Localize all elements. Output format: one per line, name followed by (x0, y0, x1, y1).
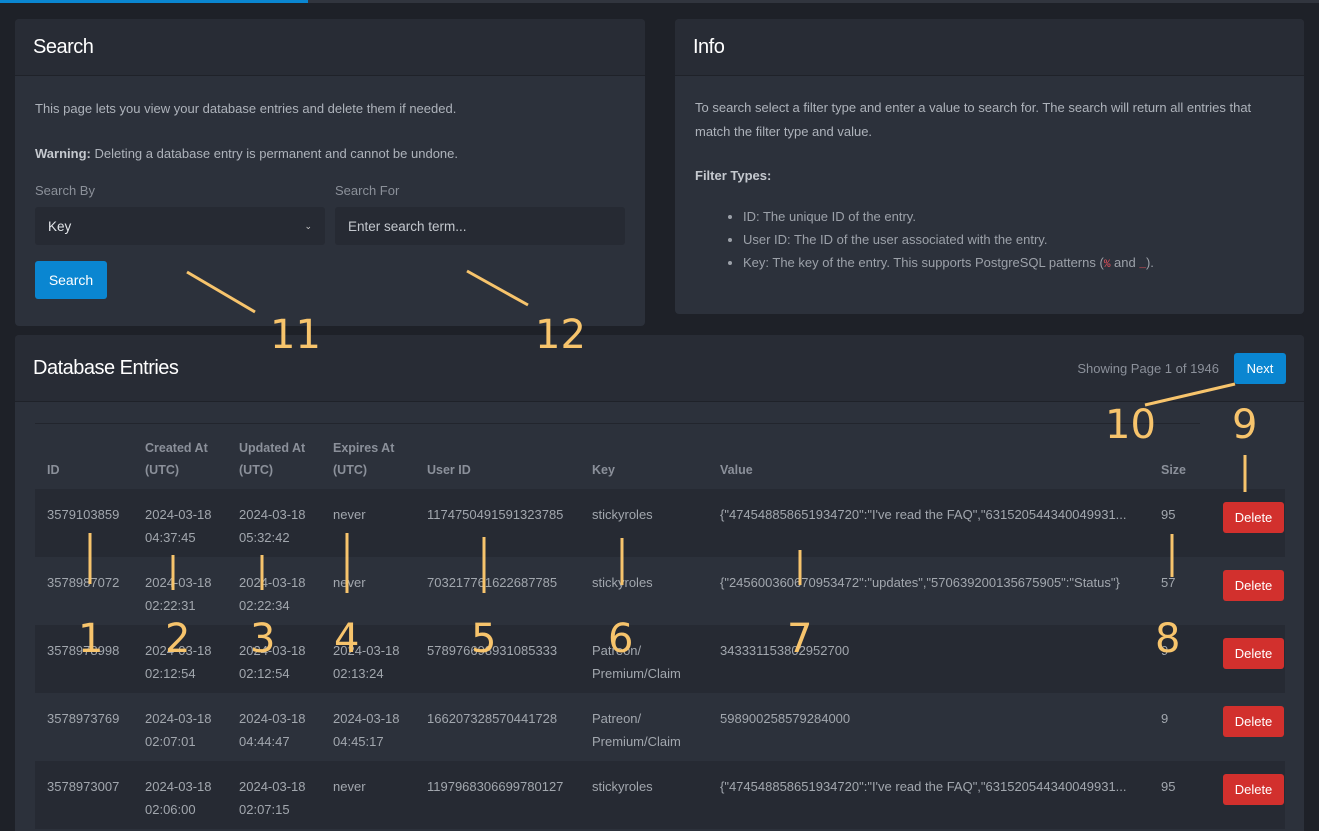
table-row: 3579103859 2024-03-18 04:37:45 2024-03-18 … (35, 489, 1285, 557)
table-row: 3578973769 2024-03-18 02:07:01 2024-03-18 … (35, 693, 1285, 761)
column-header: Updated At (UTC) (239, 441, 306, 477)
filter-item: ID: The unique ID of the entry. (743, 205, 1284, 228)
table-cell: 2024-03-18 04:44:47 (239, 711, 306, 749)
search-button[interactable]: Search (35, 261, 107, 299)
page-info: Showing Page 1 of 1946 (1077, 360, 1219, 376)
info-text: To search select a filter type and enter… (695, 100, 1252, 139)
table-cell: 1197968306699780127 (415, 761, 580, 829)
column-header: User ID (427, 463, 471, 477)
entries-header: Database Entries Showing Page 1 of 1946 … (15, 335, 1304, 402)
entries-card: Database Entries Showing Page 1 of 1946 … (15, 335, 1304, 831)
table-cell: 2024-03-18 04:37:45 (133, 489, 227, 557)
filter-item: User ID: The ID of the user associated w… (743, 228, 1284, 251)
table-cell: 57 (1161, 575, 1176, 590)
delete-button[interactable]: Delete (1223, 706, 1284, 737)
column-header: Value (720, 463, 753, 477)
table-cell: 95 (1149, 761, 1211, 829)
table-cell: 2024-03-18 05:32:42 (227, 489, 321, 557)
column-header: Size (1161, 463, 1187, 477)
table-cell: {"474548858651934720":"I've read the FAQ… (708, 761, 1149, 829)
table-cell: 578976698931085333 (415, 625, 580, 693)
table-cell: 3578987072 (47, 575, 120, 590)
column-header: Key (592, 463, 615, 477)
column-header: Expires At (UTC) (333, 441, 395, 477)
table-cell: 2024-03-18 04:45:17 (333, 711, 400, 749)
table-cell: never (321, 489, 415, 557)
top-progress-bar (0, 0, 1319, 3)
search-by-select[interactable]: Key ⌄ (35, 207, 325, 245)
filter-types-title: Filter Types: (695, 168, 772, 183)
table-cell: {"245600360670953472":"updates","5706392… (720, 575, 1120, 590)
column-header: Created At (UTC) (145, 441, 208, 477)
delete-button[interactable]: Delete (1223, 502, 1284, 533)
table-cell: 1174750491591323785 (415, 489, 580, 557)
table-cell: 2024-03-18 02:13:24 (321, 625, 415, 693)
table-cell: 2024-03-18 02:12:54 (227, 625, 321, 693)
table-cell: stickyroles (580, 761, 708, 829)
table-cell: stickyroles (592, 575, 653, 590)
info-card-title: Info (675, 19, 1304, 76)
table-row: 3578973007 2024-03-18 02:06:00 2024-03-18 … (35, 761, 1285, 829)
search-by-label: Search By (35, 183, 95, 198)
table-cell: 166207328570441728 (427, 711, 558, 726)
table-cell: 703217761622687785 (427, 575, 558, 590)
table-cell: 3579103859 (35, 489, 133, 557)
table-cell: 95 (1149, 489, 1211, 557)
table-cell: 2024-03-18 02:07:15 (227, 761, 321, 829)
search-card-title: Search (15, 19, 645, 76)
table-row: 3578978998 2024-03-18 02:12:54 2024-03-18 … (35, 625, 1285, 693)
table-cell: 3578973007 (35, 761, 133, 829)
filter-types-list: ID: The unique ID of the entry. User ID:… (743, 205, 1284, 277)
table-cell: never (321, 761, 415, 829)
next-button[interactable]: Next (1234, 352, 1286, 384)
search-for-label: Search For (335, 183, 400, 198)
table-cell: Patreon/ Premium/Claim (592, 711, 681, 749)
table-cell: 9 (1149, 625, 1211, 693)
table-cell: 3578978998 (35, 625, 133, 693)
table-cell: never (333, 575, 366, 590)
delete-button[interactable]: Delete (1223, 774, 1284, 805)
column-header (1211, 423, 1285, 489)
delete-button[interactable]: Delete (1223, 570, 1284, 601)
column-header: ID (47, 463, 60, 477)
warning-label: Warning: (35, 146, 91, 161)
chevron-down-icon: ⌄ (304, 220, 312, 231)
warning-text: Deleting a database entry is permanent a… (90, 146, 458, 161)
table-row: 3578987072 2024-03-18 02:22:31 2024-03-18 … (35, 557, 1285, 625)
search-by-value: Key (48, 218, 72, 234)
info-card: Info To search select a filter type and … (675, 19, 1304, 314)
table-cell: 2024-03-18 02:12:54 (133, 625, 227, 693)
table-cell: 343331153802952700 (708, 625, 1149, 693)
table-cell: 598900258579284000 (720, 711, 851, 726)
table-cell: 2024-03-18 02:22:31 (145, 575, 212, 613)
table-cell: Patreon/ Premium/Claim (580, 625, 708, 693)
table-cell: 9 (1161, 711, 1169, 726)
table-cell: 2024-03-18 02:06:00 (133, 761, 227, 829)
search-card: Search This page lets you view your data… (15, 19, 645, 326)
table-cell: 2024-03-18 02:22:34 (239, 575, 306, 613)
search-intro: This page lets you view your database en… (35, 101, 457, 116)
search-warning: Warning: Deleting a database entry is pe… (35, 142, 625, 166)
table-cell: stickyroles (580, 489, 708, 557)
table-cell: {"474548858651934720":"I've read the FAQ… (708, 489, 1149, 557)
search-input[interactable]: Enter search term... (335, 207, 625, 245)
entries-title: Database Entries (33, 356, 179, 379)
entries-table: ID Created At (UTC) Updated At (UTC) Expire… (35, 423, 1285, 829)
delete-button[interactable]: Delete (1223, 638, 1284, 669)
table-cell: 3578973769 (47, 711, 120, 726)
table-cell: 2024-03-18 02:07:01 (145, 711, 212, 749)
filter-item: Key: The key of the entry. This supports… (743, 251, 1284, 277)
